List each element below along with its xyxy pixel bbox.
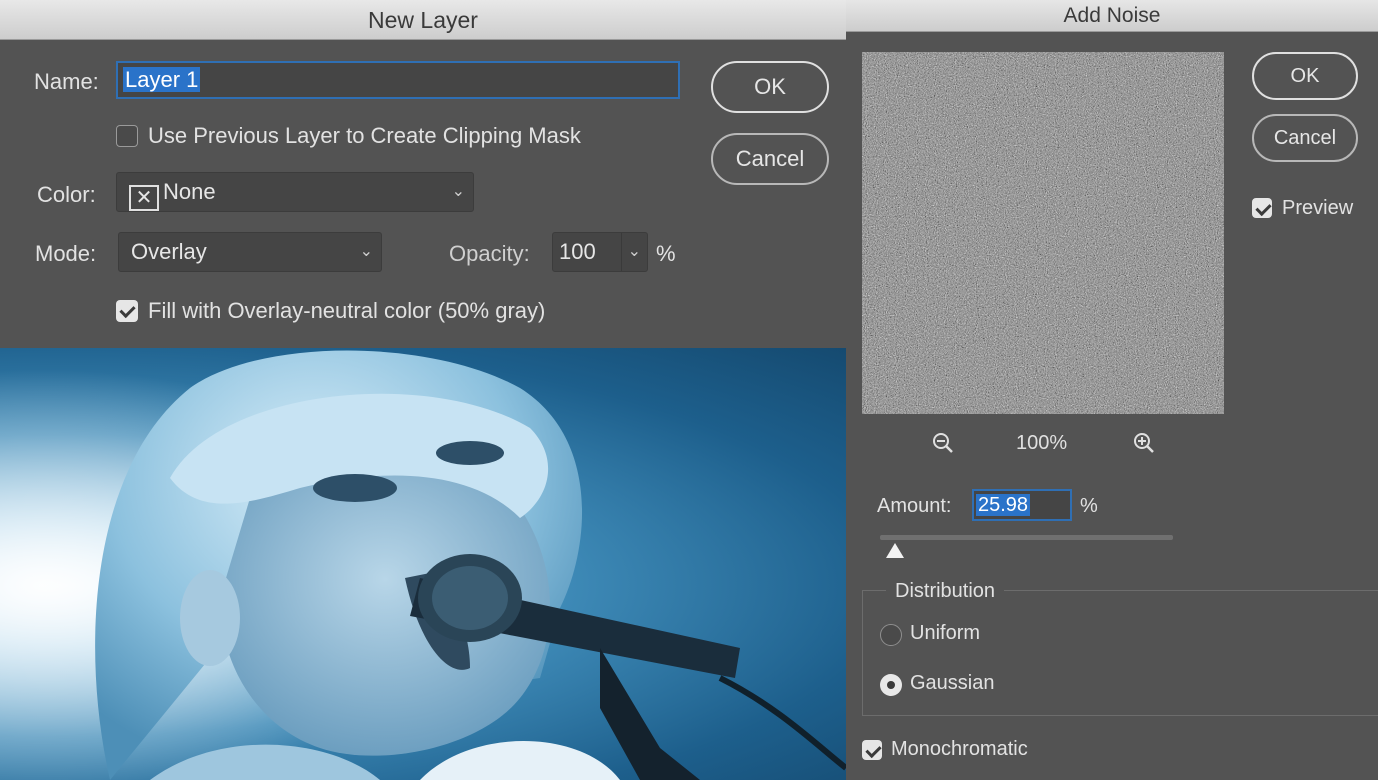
add-noise-title: Add Noise [846,0,1378,32]
preview-checkbox[interactable] [1252,198,1272,218]
canvas-photo [0,348,846,780]
new-layer-title: New Layer [0,0,846,40]
amount-label: Amount: [877,495,952,517]
new-layer-dialog: New Layer Name: Layer 1 Use Previous Lay… [0,0,846,348]
clipping-mask-checkbox[interactable] [116,125,138,147]
uniform-radio[interactable] [880,624,902,646]
amount-input[interactable]: 25.98 [972,489,1072,521]
opacity-dropdown-icon[interactable]: ⌄ [620,233,641,271]
opacity-value: 100 [559,239,596,264]
layer-name-input[interactable]: Layer 1 [116,61,680,99]
color-value: None [163,179,216,204]
noise-ok-button[interactable]: OK [1252,52,1358,100]
mode-select[interactable]: Overlay ⌄ [118,232,382,272]
monochromatic-checkbox[interactable] [862,740,882,760]
distribution-title: Distribution [886,580,1005,603]
ok-button[interactable]: OK [711,61,829,113]
opacity-input[interactable]: 100 ⌄ [552,232,648,272]
zoom-out-icon[interactable] [932,432,954,454]
opacity-unit: % [656,241,676,266]
noise-texture [862,52,1224,414]
name-label: Name: [34,69,99,94]
chevron-down-icon: ⌄ [451,183,465,200]
opacity-label: Opacity: [449,241,530,266]
amount-unit: % [1080,495,1098,517]
amount-value: 25.98 [976,494,1031,516]
noise-preview[interactable] [862,52,1224,414]
amount-slider-track[interactable] [880,535,1173,540]
fill-neutral-checkbox[interactable] [116,300,138,322]
monochromatic-label: Monochromatic [891,738,1028,760]
fill-neutral-label: Fill with Overlay-neutral color (50% gra… [148,298,546,323]
gaussian-label: Gaussian [910,672,995,694]
clipping-mask-label: Use Previous Layer to Create Clipping Ma… [148,123,581,148]
mode-label: Mode: [35,241,97,266]
color-select[interactable]: ✕ None ⌄ [116,172,474,212]
color-label: Color: [37,182,96,207]
gaussian-radio[interactable] [880,674,902,696]
zoom-in-icon[interactable] [1133,432,1155,454]
x-swatch-icon: ✕ [129,185,159,211]
mode-value: Overlay [131,239,207,264]
chevron-down-icon: ⌄ [359,243,373,260]
singer-photo [0,348,846,780]
zoom-level: 100% [1016,432,1068,454]
preview-label: Preview [1282,197,1354,219]
uniform-label: Uniform [910,622,981,644]
noise-cancel-button[interactable]: Cancel [1252,114,1358,162]
distribution-group [862,590,1378,716]
add-noise-dialog: Add Noise 100% OK Cancel Preview Amount:… [846,0,1378,780]
amount-slider-thumb[interactable] [886,543,904,558]
cancel-button[interactable]: Cancel [711,133,829,185]
layer-name-value: Layer 1 [123,67,201,92]
